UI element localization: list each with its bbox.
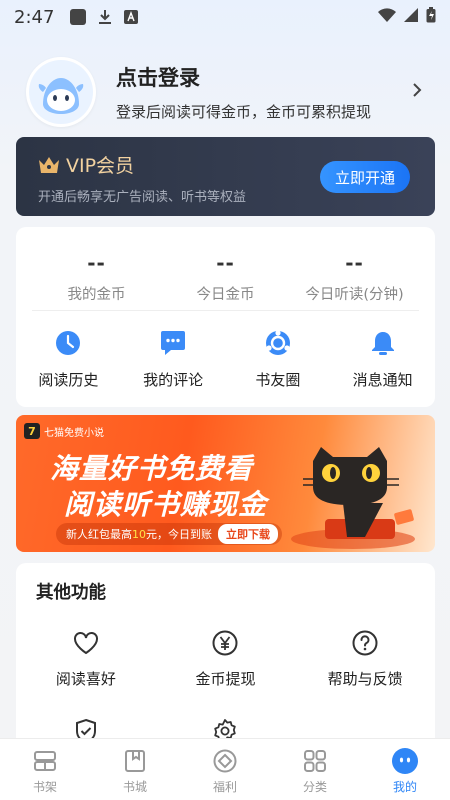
bell-icon [369, 329, 397, 357]
bookshelf-icon [32, 748, 58, 774]
comment-icon [159, 329, 187, 357]
stat-my-coins[interactable]: -- 我的金币 [32, 227, 161, 310]
tab-label: 我的 [392, 780, 417, 794]
vip-card[interactable]: VIP会员 开通后畅享无广告阅读、听书等权益 立即开通 [16, 137, 435, 216]
banner-headline: 海量好书免费看 [50, 452, 254, 485]
welfare-icon [212, 748, 238, 774]
help-icon [351, 629, 379, 657]
banner-promo: 新人红包最高 10 元，今日到账 立即下载 [56, 523, 282, 545]
banner-subheadline: 阅读听书赚现金 [64, 488, 268, 521]
tab-bookshelf[interactable]: 书架 [0, 739, 90, 800]
category-icon [302, 748, 328, 774]
promo-suffix: 元，今日到账 [146, 528, 212, 541]
tab-profile[interactable]: 我的 [360, 739, 450, 800]
stat-label: 今日金币 [196, 287, 255, 303]
shortcut-reading-history[interactable]: 阅读历史 [16, 311, 121, 407]
qimao-logo-icon: 7 [24, 423, 40, 439]
tab-welfare[interactable]: 福利 [180, 739, 270, 800]
promo-amount: 10 [132, 527, 146, 541]
crown-icon [38, 156, 60, 174]
func-label: 阅读喜好 [55, 670, 116, 688]
avatar[interactable] [26, 57, 96, 127]
login-title[interactable]: 点击登录 [116, 62, 371, 92]
shortcut-label: 阅读历史 [38, 371, 99, 389]
stat-label: 今日听读(分钟) [305, 287, 404, 303]
shortcut-label: 我的评论 [143, 371, 204, 389]
bookstore-icon [122, 748, 148, 774]
other-functions-card: 其他功能 阅读喜好 金币提现 帮助与反馈 [16, 563, 435, 763]
download-now-button[interactable]: 立即下载 [218, 524, 278, 544]
cat-mascot-icon [273, 441, 423, 552]
login-header[interactable]: 点击登录 登录后阅读可得金币，金币可累积提现 [26, 56, 426, 128]
stat-label: 我的金币 [67, 287, 126, 303]
yen-icon [211, 629, 239, 657]
stat-value: -- [87, 251, 106, 275]
status-bar: 2:47 [0, 0, 450, 34]
tab-category[interactable]: 分类 [270, 739, 360, 800]
chevron-right-icon[interactable] [412, 82, 422, 102]
section-title: 其他功能 [36, 583, 106, 603]
coin-withdraw-item[interactable]: 金币提现 [156, 629, 296, 689]
vip-title: VIP会员 [66, 155, 135, 177]
clock-icon [54, 329, 82, 357]
shortcut-book-friends[interactable]: 书友圈 [226, 311, 331, 407]
wifi-icon [378, 7, 396, 27]
stat-value: -- [345, 251, 364, 275]
shortcut-label: 书友圈 [255, 371, 301, 389]
tab-label: 福利 [212, 780, 237, 794]
help-feedback-item[interactable]: 帮助与反馈 [295, 629, 435, 689]
shortcut-label: 消息通知 [352, 371, 413, 389]
stat-value: -- [216, 251, 235, 275]
stat-today-coins[interactable]: -- 今日金币 [161, 227, 290, 310]
signal-icon [404, 7, 418, 27]
banner-brand: 七猫免费小说 [44, 427, 104, 439]
reading-preference-item[interactable]: 阅读喜好 [16, 629, 156, 689]
tab-label: 书城 [122, 780, 147, 794]
battery-icon [426, 6, 436, 28]
stats-card: -- 我的金币 -- 今日金币 -- 今日听读(分钟) 阅读历史 我的评论 书友… [16, 227, 435, 407]
promo-prefix: 新人红包最高 [66, 528, 132, 541]
func-label: 帮助与反馈 [327, 670, 403, 688]
open-vip-button[interactable]: 立即开通 [320, 161, 410, 193]
heart-icon [72, 629, 100, 657]
tab-label: 书架 [32, 780, 57, 794]
circle-icon [264, 329, 292, 357]
status-time: 2:47 [14, 6, 55, 28]
bottom-tab-bar: 书架 书城 福利 分类 我的 [0, 738, 450, 800]
stat-today-listen[interactable]: -- 今日听读(分钟) [290, 227, 419, 310]
tab-bookstore[interactable]: 书城 [90, 739, 180, 800]
font-icon [124, 10, 139, 24]
profile-icon [392, 748, 418, 774]
promo-banner[interactable]: 7 七猫免费小说 海量好书免费看 阅读听书赚现金 新人红包最高 10 元，今日到… [16, 415, 435, 552]
login-subtitle: 登录后阅读可得金币，金币可累积提现 [116, 103, 372, 121]
tab-label: 分类 [302, 780, 327, 794]
shortcut-notifications[interactable]: 消息通知 [330, 311, 435, 407]
shortcut-my-comments[interactable]: 我的评论 [121, 311, 226, 407]
download-icon [98, 9, 112, 25]
app-notification-icon [70, 9, 87, 25]
func-label: 金币提现 [195, 670, 256, 688]
